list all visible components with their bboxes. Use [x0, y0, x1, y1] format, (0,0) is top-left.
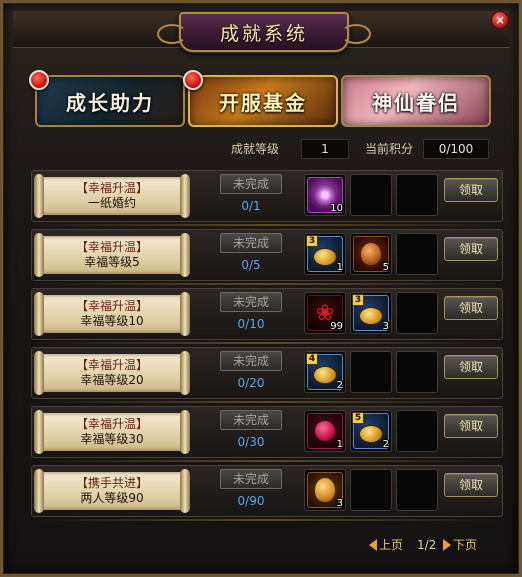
achievement-category: 【幸福升温】 [75, 299, 148, 313]
achievement-scroll: 【幸福升温】 幸福等级10 [34, 292, 190, 336]
achievement-name: 幸福等级20 [80, 373, 144, 387]
tier-badge: 4 [306, 353, 318, 365]
reward-slot-empty [396, 410, 438, 452]
achievement-scroll: 【幸福升温】 幸福等级20 [34, 351, 190, 395]
achievement-name: 一纸婚约 [87, 196, 136, 210]
reward-slot-empty [350, 351, 392, 393]
close-button[interactable]: × [491, 11, 509, 29]
achievement-progress: 0/5 [241, 258, 261, 272]
achievement-category: 【幸福升温】 [75, 358, 148, 372]
reward-slot[interactable]: 1 [304, 410, 346, 452]
current-points-value: 0/100 [423, 139, 489, 159]
achievement-progress: 0/20 [237, 376, 265, 390]
notification-dot-icon [183, 70, 203, 90]
reward-slot[interactable]: 3 1 [304, 233, 346, 275]
status-incomplete: 未完成 [220, 233, 282, 253]
status-incomplete: 未完成 [220, 174, 282, 194]
achievement-name: 幸福等级10 [80, 314, 144, 328]
claim-button[interactable]: 领取 [444, 473, 498, 497]
achievement-category: 【幸福升温】 [75, 181, 148, 195]
reward-slot[interactable]: 5 2 [350, 410, 392, 452]
achievement-scroll: 【幸福升温】 幸福等级30 [34, 410, 190, 454]
notification-dot-icon [29, 70, 49, 90]
achievement-window: 成就系统 × 成长助力 开服基金 神仙眷侣 成就等级 1 当前积分 0/100 … [0, 0, 522, 577]
next-arrow-icon[interactable] [443, 539, 451, 551]
reward-quantity: 3 [382, 321, 389, 332]
tier-badge: 3 [352, 294, 364, 306]
achievement-scroll: 【幸福升温】 幸福等级5 [34, 233, 190, 277]
reward-slot[interactable]: 4 2 [304, 351, 346, 393]
prev-page-link[interactable]: 上页 [379, 537, 403, 553]
status-incomplete: 未完成 [220, 351, 282, 371]
reward-slot[interactable]: 5 [350, 233, 392, 275]
tab-label: 成长助力 [66, 90, 154, 115]
reward-quantity: 3 [336, 498, 343, 509]
reward-slot[interactable]: 3 3 [350, 292, 392, 334]
achievement-scroll: 【携手共进】 两人等级90 [34, 469, 190, 513]
current-points-label: 当前积分 [365, 142, 414, 156]
status-incomplete: 未完成 [220, 410, 282, 430]
achievement-progress: 0/10 [237, 317, 265, 331]
achievement-scroll: 【幸福升温】 一纸婚约 [34, 174, 190, 218]
achievement-row: 【幸福升温】 幸福等级30 未完成 0/30 1 5 2 领取 [31, 406, 503, 462]
reward-slot[interactable]: 3 [304, 469, 346, 511]
tab-immortal-couple[interactable]: 神仙眷侣 [341, 75, 491, 127]
reward-quantity: 10 [330, 203, 343, 214]
reward-slot-empty [350, 174, 392, 216]
achievement-name: 幸福等级5 [84, 255, 140, 269]
achievement-level-label: 成就等级 [231, 142, 280, 156]
achievement-category: 【幸福升温】 [75, 417, 148, 431]
achievement-row: 【幸福升温】 幸福等级5 未完成 0/5 3 1 5 领取 [31, 229, 503, 285]
tab-label: 开服基金 [219, 90, 307, 115]
reward-slot-empty [396, 174, 438, 216]
reward-slot-empty [396, 292, 438, 334]
reward-quantity: 2 [336, 380, 343, 391]
achievement-row: 【幸福升温】 一纸婚约 未完成 0/1 10 领取 [31, 170, 503, 226]
title-plaque: 成就系统 [157, 12, 371, 52]
achievement-progress: 0/30 [237, 435, 265, 449]
reward-slot[interactable]: 10 [304, 174, 346, 216]
reward-slot-empty [396, 233, 438, 275]
reward-slot-empty [396, 469, 438, 511]
achievement-progress: 0/90 [237, 494, 265, 508]
achievement-progress: 0/1 [241, 199, 261, 213]
tier-badge: 3 [306, 235, 318, 247]
status-incomplete: 未完成 [220, 469, 282, 489]
achievement-category: 【幸福升温】 [75, 240, 148, 254]
achievement-level-value: 1 [301, 139, 349, 159]
next-page-link[interactable]: 下页 [453, 537, 477, 553]
tab-opening-fund[interactable]: 开服基金 [188, 75, 338, 127]
reward-quantity: 1 [336, 262, 343, 273]
achievement-row: 【幸福升温】 幸福等级10 未完成 0/10 ❀ 99 3 3 领取 [31, 288, 503, 344]
achievement-name: 幸福等级30 [80, 432, 144, 446]
reward-quantity: 2 [382, 439, 389, 450]
reward-slot-empty [396, 351, 438, 393]
achievement-name: 两人等级90 [80, 491, 144, 505]
claim-button[interactable]: 领取 [444, 414, 498, 438]
reward-slot-empty [350, 469, 392, 511]
claim-button[interactable]: 领取 [444, 296, 498, 320]
reward-slot[interactable]: ❀ 99 [304, 292, 346, 334]
reward-quantity: 1 [336, 439, 343, 450]
achievement-row: 【幸福升温】 幸福等级20 未完成 0/20 4 2 领取 [31, 347, 503, 403]
tab-growth-boost[interactable]: 成长助力 [35, 75, 185, 127]
reward-quantity: 99 [330, 321, 343, 332]
reward-quantity: 5 [382, 262, 389, 273]
tab-label: 神仙眷侣 [372, 90, 460, 115]
page-indicator: 1/2 [417, 538, 437, 552]
status-incomplete: 未完成 [220, 292, 282, 312]
window-title: 成就系统 [219, 22, 308, 45]
claim-button[interactable]: 领取 [444, 237, 498, 261]
achievement-row: 【携手共进】 两人等级90 未完成 0/90 3 领取 [31, 465, 503, 521]
claim-button[interactable]: 领取 [444, 355, 498, 379]
achievement-category: 【携手共进】 [75, 476, 148, 490]
tier-badge: 5 [352, 412, 364, 424]
prev-arrow-icon[interactable] [369, 539, 377, 551]
claim-button[interactable]: 领取 [444, 178, 498, 202]
